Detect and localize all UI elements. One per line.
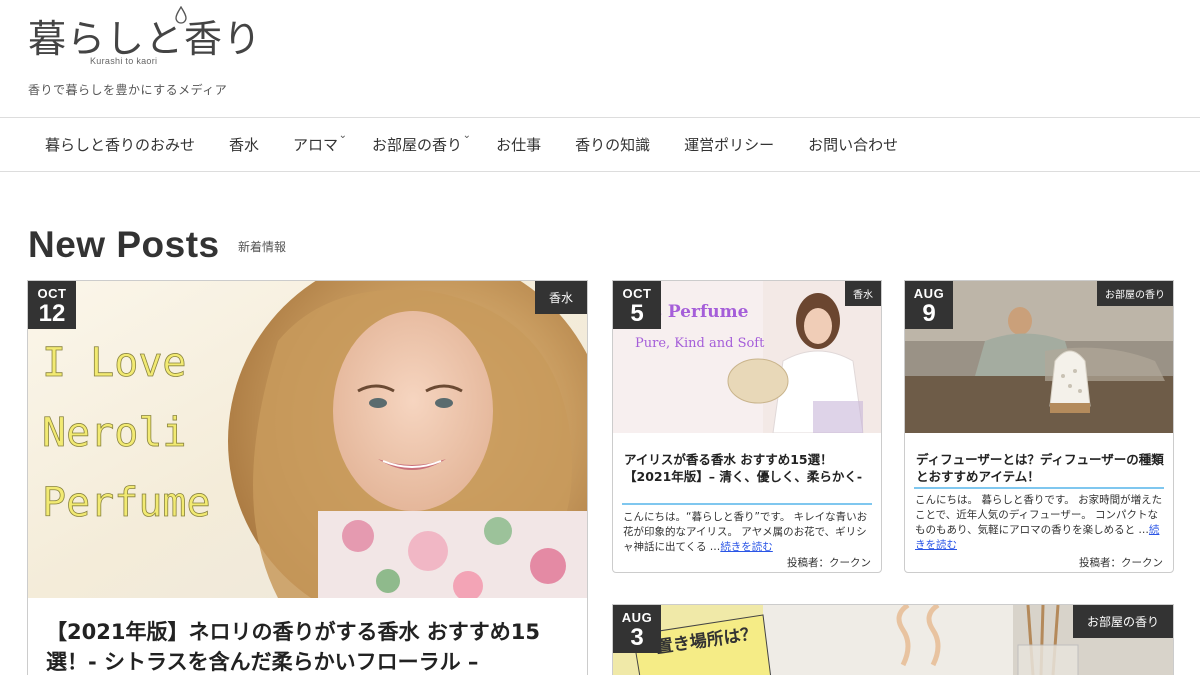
nav-item-knowledge[interactable]: 香りの知識 xyxy=(558,134,667,155)
read-more-link[interactable]: 続きを読む xyxy=(720,541,773,553)
post-card[interactable]: 置き場所は？ AUG 3 お部屋の香り xyxy=(612,604,1174,675)
drop-icon xyxy=(175,6,187,24)
chevron-down-icon: ⌄ xyxy=(338,130,348,141)
logo-text: 暮らしと香り xyxy=(28,17,263,61)
nav-item-room-scent[interactable]: お部屋の香り ⌄ xyxy=(355,130,479,155)
excerpt-text: こんにちは。 暮らしと香りです。 お家時間が増えたことで、近年人気のディフューザ… xyxy=(915,494,1163,536)
nav-item-label: アロマ xyxy=(293,136,339,154)
post-title[interactable]: ディフューザーとは？ディフューザーの種類とおすすめアイテム！ xyxy=(916,451,1166,485)
post-month: AUG xyxy=(621,610,653,625)
category-badge[interactable]: 香水 xyxy=(845,281,881,306)
category-badge[interactable]: 香水 xyxy=(534,281,587,314)
post-card-featured[interactable]: I Love Neroli Perfume OCT 12 香水 【2021年版】… xyxy=(27,280,588,675)
nav-item-policy[interactable]: 運営ポリシー xyxy=(667,134,791,155)
post-title[interactable]: アイリスが香る香水 おすすめ15選！【2021年版】– 清く、優しく、柔らかく- xyxy=(624,451,874,485)
post-excerpt: こんにちは。“暮らしと香り”です。 キレイな青いお花が印象的なアイリス。 アヤメ… xyxy=(623,510,875,555)
nav-item-label: お部屋の香り xyxy=(372,136,463,154)
title-divider xyxy=(914,487,1164,489)
post-card[interactable]: Iris Perfume Pure, Kind and Soft OCT 5 香… xyxy=(612,280,882,573)
nav-item-shop[interactable]: 暮らしと香りのおみせ xyxy=(28,134,212,155)
svg-text:Perfume: Perfume xyxy=(42,480,211,526)
post-author: 投稿者：クークン xyxy=(787,557,871,569)
nav-item-label: 香りの知識 xyxy=(575,136,651,154)
site-tagline: 香りで暮らしを豊かにするメディア xyxy=(28,83,228,97)
nav-item-perfume[interactable]: 香水 xyxy=(212,134,276,155)
post-month: OCT xyxy=(622,286,652,301)
post-date-badge: OCT 5 xyxy=(613,281,661,329)
post-day: 3 xyxy=(630,624,644,651)
nav-item-label: 運営ポリシー xyxy=(684,136,775,154)
svg-text:Neroli: Neroli xyxy=(42,410,187,456)
image-caption: I Love xyxy=(42,340,187,386)
nav-item-contact[interactable]: お問い合わせ xyxy=(791,134,915,155)
title-divider xyxy=(622,503,872,505)
post-day: 12 xyxy=(38,300,66,327)
post-date-badge: OCT 12 xyxy=(28,281,76,329)
category-badge[interactable]: お部屋の香り xyxy=(1097,281,1173,306)
thumbnail-image: I Love Neroli Perfume xyxy=(28,281,587,598)
post-thumbnail[interactable]: I Love Neroli Perfume xyxy=(28,281,587,598)
post-month: OCT xyxy=(37,286,67,301)
nav-item-label: 香水 xyxy=(229,136,260,154)
site-logo[interactable]: 暮らしと香り Kurashi to kaori xyxy=(28,6,261,66)
nav-item-work[interactable]: お仕事 xyxy=(479,134,558,155)
site-header: 暮らしと香り Kurashi to kaori 香りで暮らしを豊かにするメディア xyxy=(0,0,1200,118)
post-card[interactable]: AUG 9 お部屋の香り ディフューザーとは？ディフューザーの種類とおすすめアイ… xyxy=(904,280,1174,573)
logo-subtitle: Kurashi to kaori xyxy=(90,56,158,66)
section-title: New Posts xyxy=(28,224,220,265)
post-title[interactable]: 【2021年版】ネロリの香りがする香水 おすすめ15選！- シトラスを含んだ柔ら… xyxy=(46,617,586,675)
post-author: 投稿者：クークン xyxy=(1079,557,1163,569)
nav-item-label: お仕事 xyxy=(496,136,542,154)
section-subtitle: 新着情報 xyxy=(238,240,287,254)
post-day: 9 xyxy=(922,300,936,327)
post-month: AUG xyxy=(913,286,945,301)
category-badge[interactable]: お部屋の香り xyxy=(1072,605,1173,638)
nav-item-label: お問い合わせ xyxy=(808,136,899,154)
post-excerpt: こんにちは。 暮らしと香りです。 お家時間が増えたことで、近年人気のディフューザ… xyxy=(915,493,1167,553)
post-date-badge: AUG 3 xyxy=(613,605,661,653)
chevron-down-icon: ⌄ xyxy=(462,130,472,141)
svg-text:Pure, Kind and Soft: Pure, Kind and Soft xyxy=(635,336,765,351)
nav-item-label: 暮らしと香りのおみせ xyxy=(45,136,196,154)
global-nav: 暮らしと香りのおみせ 香水 アロマ ⌄ お部屋の香り ⌄ お仕事 香りの知識 運営ポ… xyxy=(0,117,1200,172)
nav-list: 暮らしと香りのおみせ 香水 アロマ ⌄ お部屋の香り ⌄ お仕事 香りの知識 運営ポ… xyxy=(0,118,1200,171)
post-date-badge: AUG 9 xyxy=(905,281,953,329)
nav-item-aroma[interactable]: アロマ ⌄ xyxy=(276,130,355,155)
post-day: 5 xyxy=(630,300,644,327)
